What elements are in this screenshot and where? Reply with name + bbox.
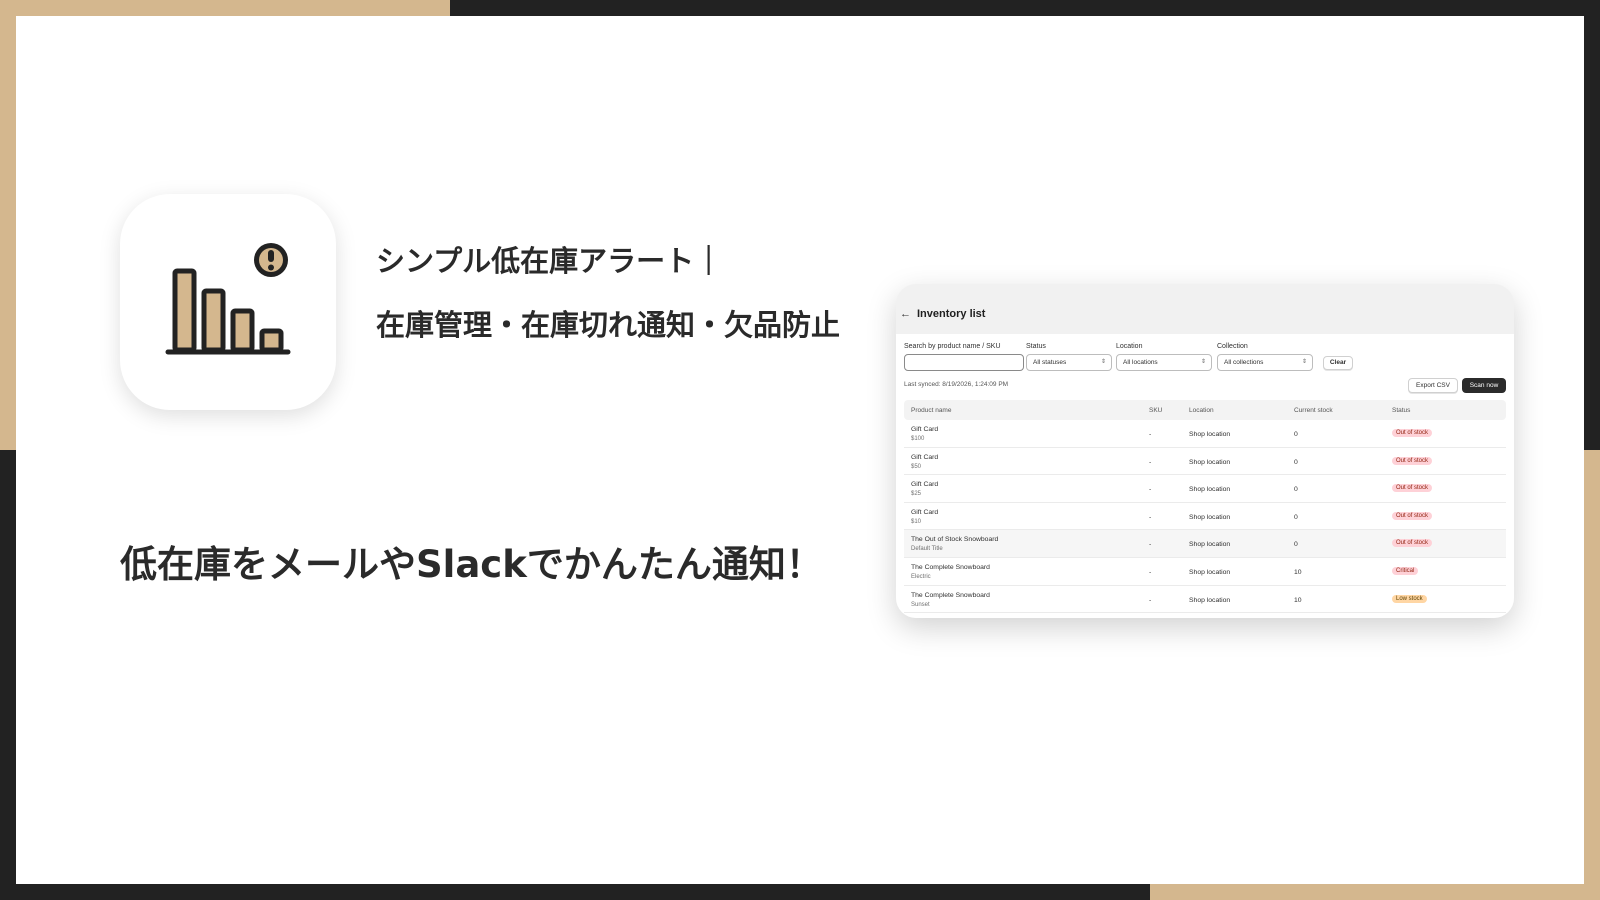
stock-cell: 10 — [1294, 596, 1302, 604]
status-badge: Out of stock — [1392, 484, 1433, 493]
search-label: Search by product name / SKU — [904, 343, 1001, 350]
app-icon — [120, 194, 336, 410]
status-badge: Low stock — [1392, 594, 1427, 603]
location-cell: Shop location — [1189, 458, 1231, 466]
inventory-screenshot: ← Inventory list Search by product name … — [896, 284, 1514, 618]
product-variant: Default Title — [911, 546, 943, 553]
table-row[interactable]: The Complete Snowboard Sunset - Shop loc… — [904, 586, 1506, 614]
location-cell: Shop location — [1189, 431, 1231, 438]
stock-cell: 0 — [1294, 431, 1298, 438]
back-arrow-icon[interactable]: ← — [900, 308, 911, 320]
product-variant: $50 — [911, 463, 922, 470]
status-badge: Critical — [1392, 566, 1419, 575]
collection-select-value: All collections — [1224, 359, 1264, 366]
stock-cell: 0 — [1294, 458, 1298, 466]
sku-cell: - — [1149, 458, 1152, 466]
stock-cell: 0 — [1294, 513, 1298, 521]
location-select-value: All locations — [1123, 359, 1158, 366]
sku-cell: - — [1149, 568, 1152, 576]
product-name: Gift Card — [911, 453, 939, 461]
stock-cell: 0 — [1294, 486, 1298, 494]
product-name: The Out of Stock Snowboard — [911, 536, 999, 544]
status-badge: Out of stock — [1392, 456, 1433, 465]
status-label: Status — [1026, 343, 1046, 350]
status-badge: Out of stock — [1392, 429, 1433, 437]
product-name: Gift Card — [911, 426, 939, 433]
status-badge: Out of stock — [1392, 511, 1433, 520]
location-cell: Shop location — [1189, 486, 1231, 494]
stock-cell: 10 — [1294, 568, 1302, 576]
table-row[interactable]: Gift Card $100 - Shop location 0 Out of … — [904, 420, 1506, 448]
status-select[interactable]: All statuses ⇕ — [1026, 354, 1112, 371]
column-header-sku[interactable]: SKU — [1149, 407, 1162, 414]
select-chevron-icon: ⇕ — [1100, 359, 1106, 365]
collection-label: Collection — [1217, 343, 1248, 350]
inventory-table: Product name SKU Location Current stock … — [904, 400, 1506, 614]
table-row[interactable]: The Out of Stock Snowboard Default Title… — [904, 530, 1506, 558]
product-name: The Complete Snowboard — [911, 563, 990, 571]
chart-bar-1 — [172, 268, 197, 353]
chart-bar-3 — [230, 308, 255, 353]
inventory-header: ← Inventory list — [896, 284, 1514, 334]
location-select[interactable]: All locations ⇕ — [1116, 354, 1212, 371]
chart-bar-4 — [259, 328, 284, 353]
column-header-location[interactable]: Location — [1189, 407, 1214, 414]
last-synced-text: Last synced: 8/19/2026, 1:24:09 PM — [904, 381, 1009, 388]
select-chevron-icon: ⇕ — [1301, 359, 1307, 365]
status-badge: Out of stock — [1392, 539, 1433, 548]
product-variant: $10 — [911, 518, 922, 525]
collection-select[interactable]: All collections ⇕ — [1217, 354, 1313, 371]
bar-chart-alert-icon — [165, 243, 291, 355]
page-title: Inventory list — [917, 308, 986, 320]
sku-cell: - — [1149, 486, 1152, 494]
table-row[interactable]: The Complete Snowboard Electric - Shop l… — [904, 558, 1506, 586]
stock-cell: 0 — [1294, 541, 1298, 549]
clear-button[interactable]: Clear — [1323, 356, 1353, 370]
export-csv-button[interactable]: Export CSV — [1408, 378, 1458, 393]
location-cell: Shop location — [1189, 568, 1231, 576]
product-name: Gift Card — [911, 508, 939, 516]
product-variant: $100 — [911, 436, 925, 442]
headline-app-name: シンプル低在庫アラート｜ — [376, 244, 724, 278]
sku-cell: - — [1149, 431, 1152, 438]
sku-cell: - — [1149, 541, 1152, 549]
select-chevron-icon: ⇕ — [1200, 359, 1206, 365]
location-cell: Shop location — [1189, 596, 1231, 604]
table-header: Product name SKU Location Current stock … — [904, 400, 1506, 420]
product-variant: Electric — [911, 573, 931, 580]
table-row[interactable]: Gift Card $10 - Shop location 0 Out of s… — [904, 503, 1506, 531]
product-name: The Complete Snowboard — [911, 591, 990, 599]
inventory-body: Search by product name / SKU Status All … — [896, 334, 1514, 618]
column-header-product[interactable]: Product name — [911, 407, 951, 414]
headline-features: 在庫管理・在庫切れ通知・欠品防止 — [376, 308, 841, 342]
sku-cell: - — [1149, 596, 1152, 604]
table-row[interactable]: Gift Card $50 - Shop location 0 Out of s… — [904, 448, 1506, 476]
column-header-stock[interactable]: Current stock — [1294, 407, 1333, 414]
tagline: 低在庫をメールやSlackでかんたん通知！ — [120, 543, 823, 586]
location-cell: Shop location — [1189, 541, 1231, 549]
location-label: Location — [1116, 343, 1143, 350]
product-variant: $25 — [911, 491, 922, 498]
column-header-status[interactable]: Status — [1392, 407, 1410, 414]
scan-now-button[interactable]: Scan now — [1462, 378, 1506, 393]
location-cell: Shop location — [1189, 513, 1231, 521]
search-input[interactable] — [904, 354, 1024, 371]
product-name: Gift Card — [911, 481, 939, 489]
status-select-value: All statuses — [1033, 359, 1067, 366]
chart-bar-2 — [201, 288, 226, 353]
product-variant: Sunset — [911, 601, 930, 608]
sku-cell: - — [1149, 513, 1152, 521]
table-row[interactable]: Gift Card $25 - Shop location 0 Out of s… — [904, 475, 1506, 503]
